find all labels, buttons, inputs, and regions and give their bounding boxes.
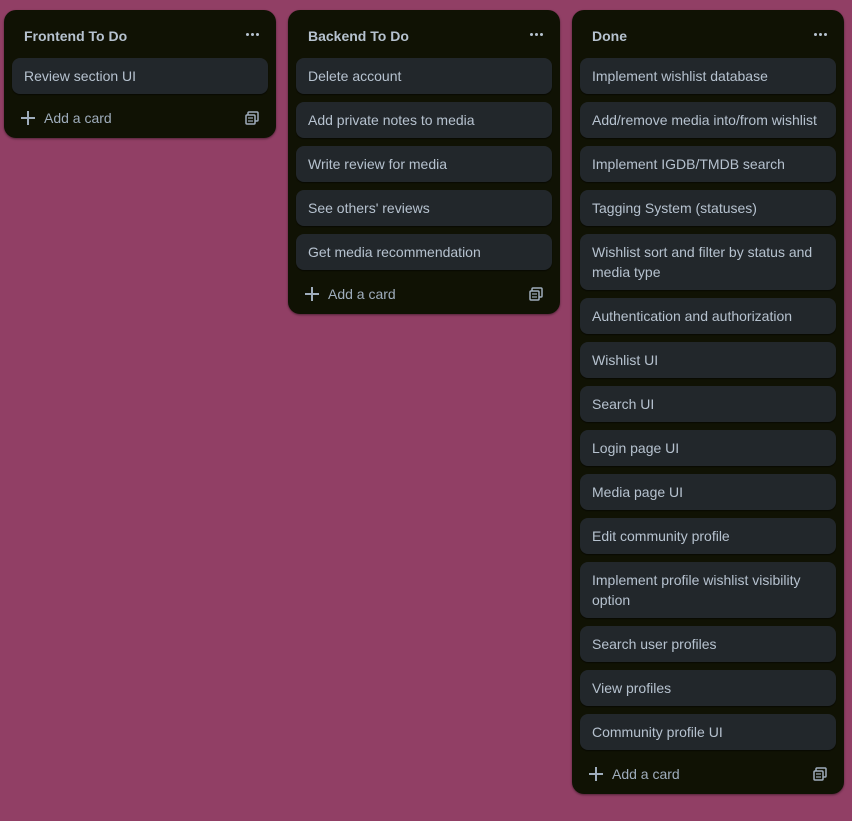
list-footer: Add a card: [296, 278, 552, 314]
card[interactable]: Implement profile wishlist visibility op…: [580, 562, 836, 618]
list-title[interactable]: Frontend To Do: [24, 27, 127, 45]
list-footer: Add a card: [580, 758, 836, 794]
list-menu-icon[interactable]: [804, 22, 836, 46]
plus-icon: [20, 110, 36, 126]
card-list: Implement wishlist database Add/remove m…: [572, 58, 844, 750]
card[interactable]: Search UI: [580, 386, 836, 422]
card[interactable]: Write review for media: [296, 146, 552, 182]
card[interactable]: Implement IGDB/TMDB search: [580, 146, 836, 182]
template-icon[interactable]: [524, 282, 548, 306]
list-menu-icon[interactable]: [236, 22, 268, 46]
card[interactable]: Wishlist UI: [580, 342, 836, 378]
template-icon[interactable]: [240, 106, 264, 130]
card[interactable]: Review section UI: [12, 58, 268, 94]
card[interactable]: View profiles: [580, 670, 836, 706]
card[interactable]: Delete account: [296, 58, 552, 94]
card[interactable]: Tagging System (statuses): [580, 190, 836, 226]
card-list: Review section UI: [4, 58, 276, 94]
add-card-button[interactable]: Add a card: [580, 758, 800, 790]
card-list: Delete account Add private notes to medi…: [288, 58, 560, 270]
card[interactable]: See others' reviews: [296, 190, 552, 226]
card[interactable]: Authentication and authorization: [580, 298, 836, 334]
add-card-label: Add a card: [328, 286, 396, 302]
card[interactable]: Get media recommendation: [296, 234, 552, 270]
card[interactable]: Login page UI: [580, 430, 836, 466]
list-header: Backend To Do: [288, 10, 560, 58]
list-header: Frontend To Do: [4, 10, 276, 58]
list-footer: Add a card: [12, 102, 268, 138]
card[interactable]: Implement wishlist database: [580, 58, 836, 94]
template-icon[interactable]: [808, 762, 832, 786]
list-title[interactable]: Backend To Do: [308, 27, 409, 45]
list-header: Done: [572, 10, 844, 58]
list-frontend-to-do: Frontend To Do Review section UI Add a c…: [4, 10, 276, 138]
add-card-label: Add a card: [44, 110, 112, 126]
card[interactable]: Add private notes to media: [296, 102, 552, 138]
card[interactable]: Media page UI: [580, 474, 836, 510]
plus-icon: [304, 286, 320, 302]
list-menu-icon[interactable]: [520, 22, 552, 46]
card[interactable]: Add/remove media into/from wishlist: [580, 102, 836, 138]
card[interactable]: Wishlist sort and filter by status and m…: [580, 234, 836, 290]
list-title[interactable]: Done: [592, 27, 627, 45]
card[interactable]: Community profile UI: [580, 714, 836, 750]
add-card-button[interactable]: Add a card: [12, 102, 232, 134]
list-done: Done Implement wishlist database Add/rem…: [572, 10, 844, 794]
add-card-button[interactable]: Add a card: [296, 278, 516, 310]
card[interactable]: Edit community profile: [580, 518, 836, 554]
list-backend-to-do: Backend To Do Delete account Add private…: [288, 10, 560, 314]
card[interactable]: Search user profiles: [580, 626, 836, 662]
plus-icon: [588, 766, 604, 782]
add-card-label: Add a card: [612, 766, 680, 782]
